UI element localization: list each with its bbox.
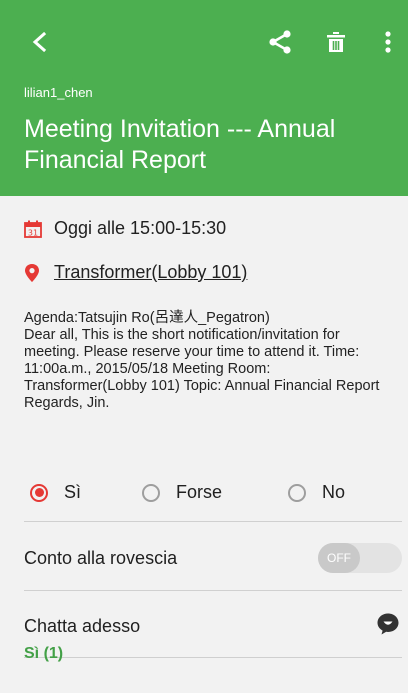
share-button[interactable] [262,24,298,60]
chat-button[interactable] [376,612,400,641]
datetime-row: 31 Oggi alle 15:00-15:30 [24,218,226,239]
chat-bubble-icon [377,613,399,635]
radio-unchecked-icon [142,483,160,502]
divider [24,521,402,522]
location-pin-icon [25,263,39,282]
event-title: Meeting Invitation --- Annual Financial … [24,115,336,174]
username: lilian1_chen [24,85,93,100]
location-row[interactable]: Transformer(Lobby 101) [24,262,247,283]
toggle-thumb: OFF [318,543,360,573]
app-bar [0,0,408,80]
event-details: 31 Oggi alle 15:00-15:30 Transformer(Lob… [0,196,408,693]
rsvp-no-label: No [322,482,346,502]
section-divider [67,656,368,658]
more-vert-icon [385,31,391,53]
rsvp-no-radio[interactable]: No [288,482,345,503]
rsvp-yes-radio[interactable]: Sì [30,482,81,503]
delete-button[interactable] [318,24,354,60]
svg-text:31: 31 [28,228,38,237]
attendees-yes-section: Sì (1) [24,645,368,663]
header: lilian1_chen Meeting Invitation --- Annu… [0,0,408,196]
event-datetime: Oggi alle 15:00-15:30 [54,218,227,238]
radio-unchecked-icon [288,483,306,502]
countdown-toggle[interactable]: OFF [318,543,402,573]
rsvp-yes-label: Sì [64,482,82,502]
attendees-yes-header: Sì (1) [24,645,64,662]
back-button[interactable] [22,24,58,60]
back-arrow-icon [32,32,47,52]
chat-now-label: Chatta adesso [24,616,141,636]
share-icon [269,30,291,54]
trash-icon [327,32,345,52]
calendar-icon: 31 [24,220,42,238]
rsvp-group: Sì Forse No [24,482,394,506]
more-options-button[interactable] [370,24,406,60]
countdown-label: Conto alla rovescia [24,548,178,568]
radio-checked-icon [30,483,48,502]
event-description: Agenda:Tatsujin Ro(呂達人_Pegatron) Dear al… [24,310,380,411]
event-location-link[interactable]: Transformer(Lobby 101) [54,262,247,283]
rsvp-maybe-label: Forse [176,482,223,502]
divider [24,590,402,591]
rsvp-maybe-radio[interactable]: Forse [142,482,222,503]
